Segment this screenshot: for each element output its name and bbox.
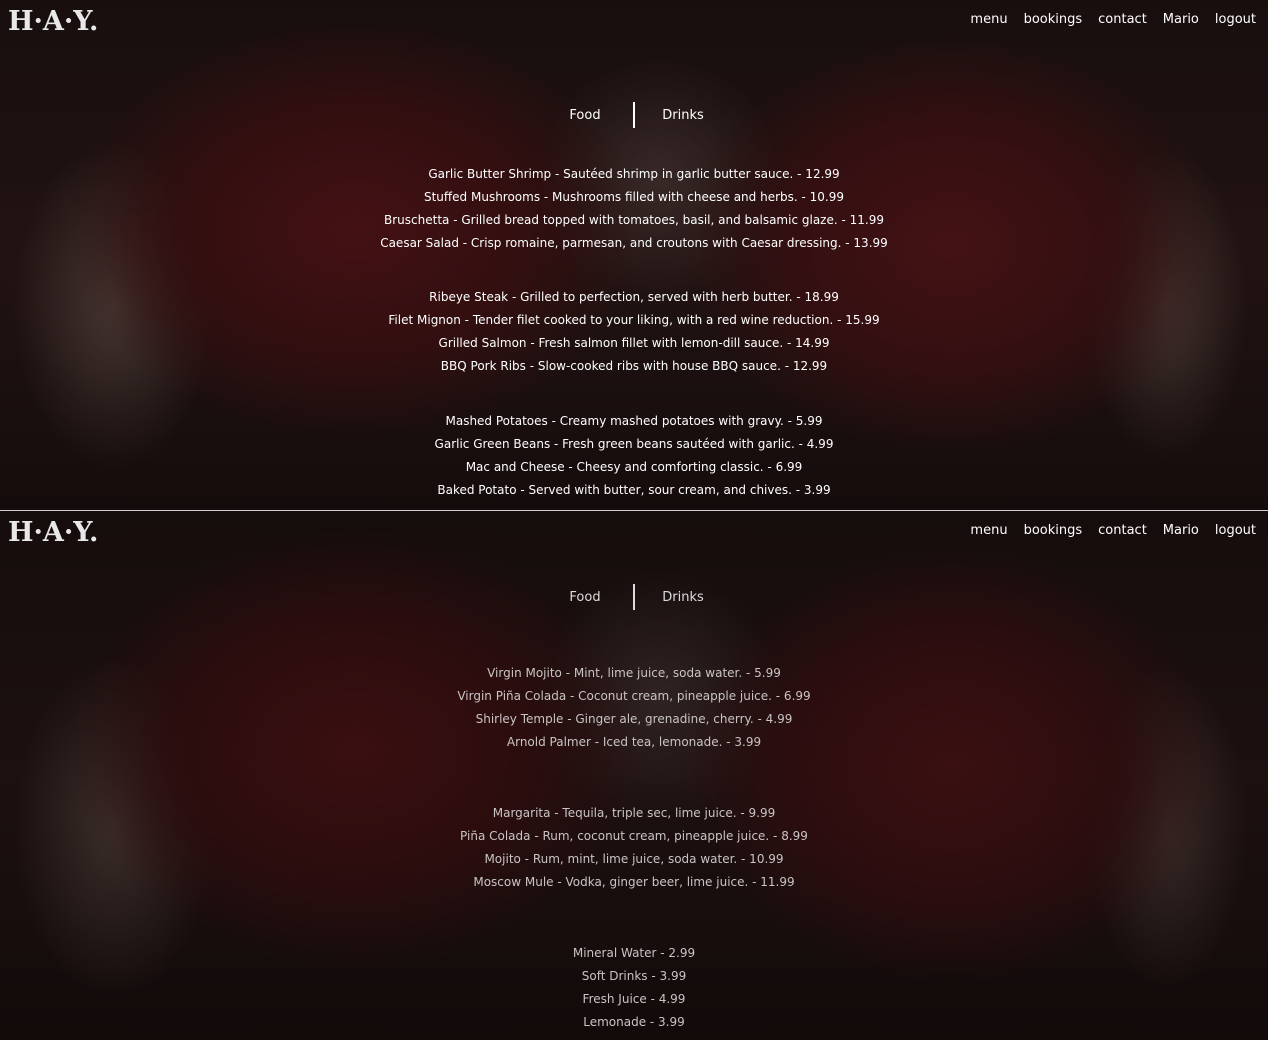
food-menu-screen: H·A·Y. menu bookings contact Mario logou… (0, 0, 1268, 510)
menu-item: Fresh Juice - 4.99 (582, 992, 686, 1006)
menu-item: Margarita - Tequila, triple sec, lime ju… (492, 806, 776, 820)
menu-item: Mojito - Rum, mint, lime juice, soda wat… (484, 852, 784, 866)
tab-separator (633, 584, 635, 610)
menu-item: Garlic Butter Shrimp - Sautéed shrimp in… (428, 167, 840, 181)
menu-item: Mineral Water - 2.99 (572, 946, 696, 960)
nav-bookings-link[interactable]: bookings (1024, 523, 1083, 538)
menu-item: BBQ Pork Ribs - Slow-cooked ribs with ho… (440, 359, 828, 373)
nav-menu-link[interactable]: menu (970, 12, 1007, 27)
menu-item: Virgin Mojito - Mint, lime juice, soda w… (487, 666, 781, 680)
menu-item: Grilled Salmon - Fresh salmon fillet wit… (438, 336, 830, 350)
food-menu-list: Garlic Butter Shrimp - Sautéed shrimp in… (0, 163, 1268, 502)
menu-item: Lemonade - 3.99 (583, 1015, 685, 1029)
menu-item: Shirley Temple - Ginger ale, grenadine, … (475, 712, 793, 726)
menu-item: Soft Drinks - 3.99 (581, 969, 687, 983)
menu-item: Mashed Potatoes - Creamy mashed potatoes… (445, 414, 823, 428)
menu-tabs: Food Drinks (0, 584, 1268, 610)
drinks-menu-list: Virgin Mojito - Mint, lime juice, soda w… (0, 662, 1268, 1034)
nav-logout-link[interactable]: logout (1215, 523, 1256, 538)
menu-item: Ribeye Steak - Grilled to perfection, se… (429, 290, 839, 304)
menu-item: Moscow Mule - Vodka, ginger beer, lime j… (473, 875, 795, 889)
starters-section: Garlic Butter Shrimp - Sautéed shrimp in… (0, 163, 1268, 255)
tab-drinks[interactable]: Drinks (643, 590, 723, 605)
cocktails-section: Margarita - Tequila, triple sec, lime ju… (0, 802, 1268, 894)
top-nav: menu bookings contact Mario logout (970, 12, 1256, 27)
top-nav: menu bookings contact Mario logout (970, 523, 1256, 538)
menu-tabs: Food Drinks (0, 102, 1268, 128)
tab-drinks[interactable]: Drinks (643, 108, 723, 123)
tab-food[interactable]: Food (545, 590, 625, 605)
hay-logo[interactable]: H·A·Y. (8, 6, 98, 37)
nav-menu-link[interactable]: menu (970, 523, 1007, 538)
nav-bookings-link[interactable]: bookings (1024, 12, 1083, 27)
menu-item: Filet Mignon - Tender filet cooked to yo… (388, 313, 880, 327)
sides-section: Mashed Potatoes - Creamy mashed potatoes… (0, 410, 1268, 502)
tab-separator (633, 102, 635, 128)
nav-user-link[interactable]: Mario (1163, 12, 1199, 27)
soft-drinks-section: Mineral Water - 2.99 Soft Drinks - 3.99 … (0, 942, 1268, 1034)
nav-user-link[interactable]: Mario (1163, 523, 1199, 538)
menu-item: Caesar Salad - Crisp romaine, parmesan, … (380, 236, 888, 250)
menu-item: Baked Potato - Served with butter, sour … (437, 483, 831, 497)
menu-item: Stuffed Mushrooms - Mushrooms filled wit… (423, 190, 845, 204)
mains-section: Ribeye Steak - Grilled to perfection, se… (0, 286, 1268, 378)
nav-contact-link[interactable]: contact (1098, 12, 1147, 27)
drinks-menu-screen: H·A·Y. menu bookings contact Mario logou… (0, 511, 1268, 1040)
tab-food[interactable]: Food (545, 108, 625, 123)
nav-contact-link[interactable]: contact (1098, 523, 1147, 538)
hay-logo[interactable]: H·A·Y. (8, 517, 98, 548)
menu-item: Garlic Green Beans - Fresh green beans s… (434, 437, 834, 451)
menu-item: Virgin Piña Colada - Coconut cream, pine… (457, 689, 811, 703)
menu-item: Arnold Palmer - Iced tea, lemonade. - 3.… (506, 735, 762, 749)
menu-item: Piña Colada - Rum, coconut cream, pineap… (460, 829, 808, 843)
menu-item: Mac and Cheese - Cheesy and comforting c… (465, 460, 803, 474)
nav-logout-link[interactable]: logout (1215, 12, 1256, 27)
mocktails-section: Virgin Mojito - Mint, lime juice, soda w… (0, 662, 1268, 754)
menu-item: Bruschetta - Grilled bread topped with t… (384, 213, 884, 227)
